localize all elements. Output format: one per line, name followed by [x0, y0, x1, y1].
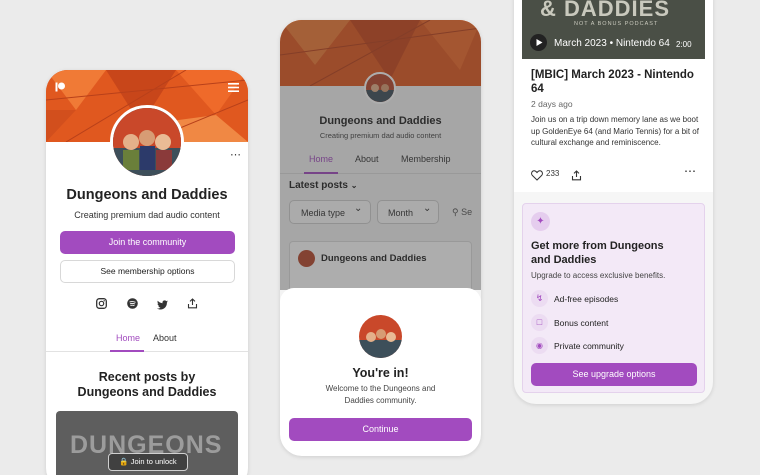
menu-icon[interactable] — [228, 79, 239, 97]
modal-backdrop[interactable] — [280, 20, 481, 290]
patreon-logo-icon — [55, 79, 65, 97]
sparkle-icon: ✦ — [531, 212, 550, 231]
media-duration: 2:00 — [676, 40, 692, 49]
post-age: 2 days ago — [531, 99, 573, 109]
lightning-icon: ↯ — [531, 290, 548, 307]
share-icon[interactable] — [187, 296, 198, 314]
spotify-icon[interactable] — [127, 296, 138, 314]
creator-avatar — [110, 105, 184, 179]
like-count: 233 — [546, 169, 560, 178]
post-phone-screen: & DADDIES NOT A BONUS PODCAST March 2023… — [514, 0, 713, 404]
recent-posts-heading: Recent posts by Dungeons and Daddies — [77, 370, 217, 399]
tab-home[interactable]: Home — [116, 333, 140, 343]
join-community-label: Join the community — [108, 237, 187, 247]
continue-button[interactable]: Continue — [289, 418, 472, 441]
upsell-card: ✦ Get more from Dungeons and Daddies Upg… — [522, 203, 705, 393]
profile-phone-screen: ⋯ Dungeons and Daddies Creating premium … — [46, 70, 248, 475]
gift-icon: □ — [531, 314, 548, 331]
modal-title: You're in! — [352, 366, 409, 380]
play-button-icon[interactable] — [530, 34, 547, 56]
modal-message: Welcome to the Dungeons and Daddies comm… — [325, 384, 436, 405]
modal-avatar — [359, 315, 402, 358]
instagram-icon[interactable] — [96, 296, 107, 314]
join-community-button[interactable]: Join the community — [60, 231, 235, 254]
feature-ad-free: Ad-free episodes — [554, 294, 619, 304]
welcome-modal: You're in! Welcome to the Dungeons and D… — [280, 288, 481, 456]
post-art-title: & DADDIES — [540, 0, 671, 21]
avatar-art — [113, 108, 181, 176]
join-to-unlock-label: Join to unlock — [130, 457, 177, 466]
upgrade-options-button[interactable]: See upgrade options — [531, 363, 697, 386]
upsell-subtitle: Upgrade to access exclusive benefits. — [531, 271, 666, 280]
like-icon[interactable] — [531, 168, 543, 186]
post-media[interactable]: & DADDIES NOT A BONUS PODCAST March 2023… — [522, 0, 705, 59]
lock-icon: 🔒 — [119, 457, 129, 466]
membership-options-label: See membership options — [100, 266, 195, 276]
twitter-icon[interactable] — [157, 297, 168, 315]
tab-about[interactable]: About — [153, 333, 177, 343]
discord-icon: ◉ — [531, 337, 548, 354]
creator-name: Dungeons and Daddies — [66, 187, 228, 203]
post-more-icon[interactable]: ⋯ — [684, 164, 696, 178]
post-body: Join us on a trip down memory lane as we… — [531, 115, 699, 147]
share-icon[interactable] — [571, 168, 582, 186]
creator-tagline: Creating premium dad audio content — [74, 210, 220, 220]
media-caption: March 2023 • Nintendo 64 — [554, 38, 670, 49]
feature-bonus-content: Bonus content — [554, 318, 609, 328]
joined-phone-screen: Dungeons and Daddies Creating premium da… — [280, 20, 481, 456]
locked-post-card[interactable]: DUNGEONS 🔒 Join to unlock — [56, 411, 238, 475]
upsell-title: Get more from Dungeons and Daddies — [531, 240, 664, 266]
more-options-icon[interactable]: ⋯ — [230, 148, 241, 161]
join-to-unlock-button[interactable]: 🔒 Join to unlock — [108, 453, 188, 471]
post-title[interactable]: [MBIC] March 2023 - Nintendo 64 — [531, 68, 699, 96]
post-card: & DADDIES NOT A BONUS PODCAST March 2023… — [514, 0, 713, 192]
post-art-subtitle: NOT A BONUS PODCAST — [574, 21, 659, 27]
profile-tabs: Home About — [46, 330, 248, 352]
upgrade-options-label: See upgrade options — [572, 369, 656, 379]
feature-private-community: Private community — [554, 341, 624, 351]
continue-label: Continue — [362, 424, 399, 434]
active-tab-indicator — [110, 350, 144, 352]
membership-options-button[interactable]: See membership options — [60, 260, 235, 283]
